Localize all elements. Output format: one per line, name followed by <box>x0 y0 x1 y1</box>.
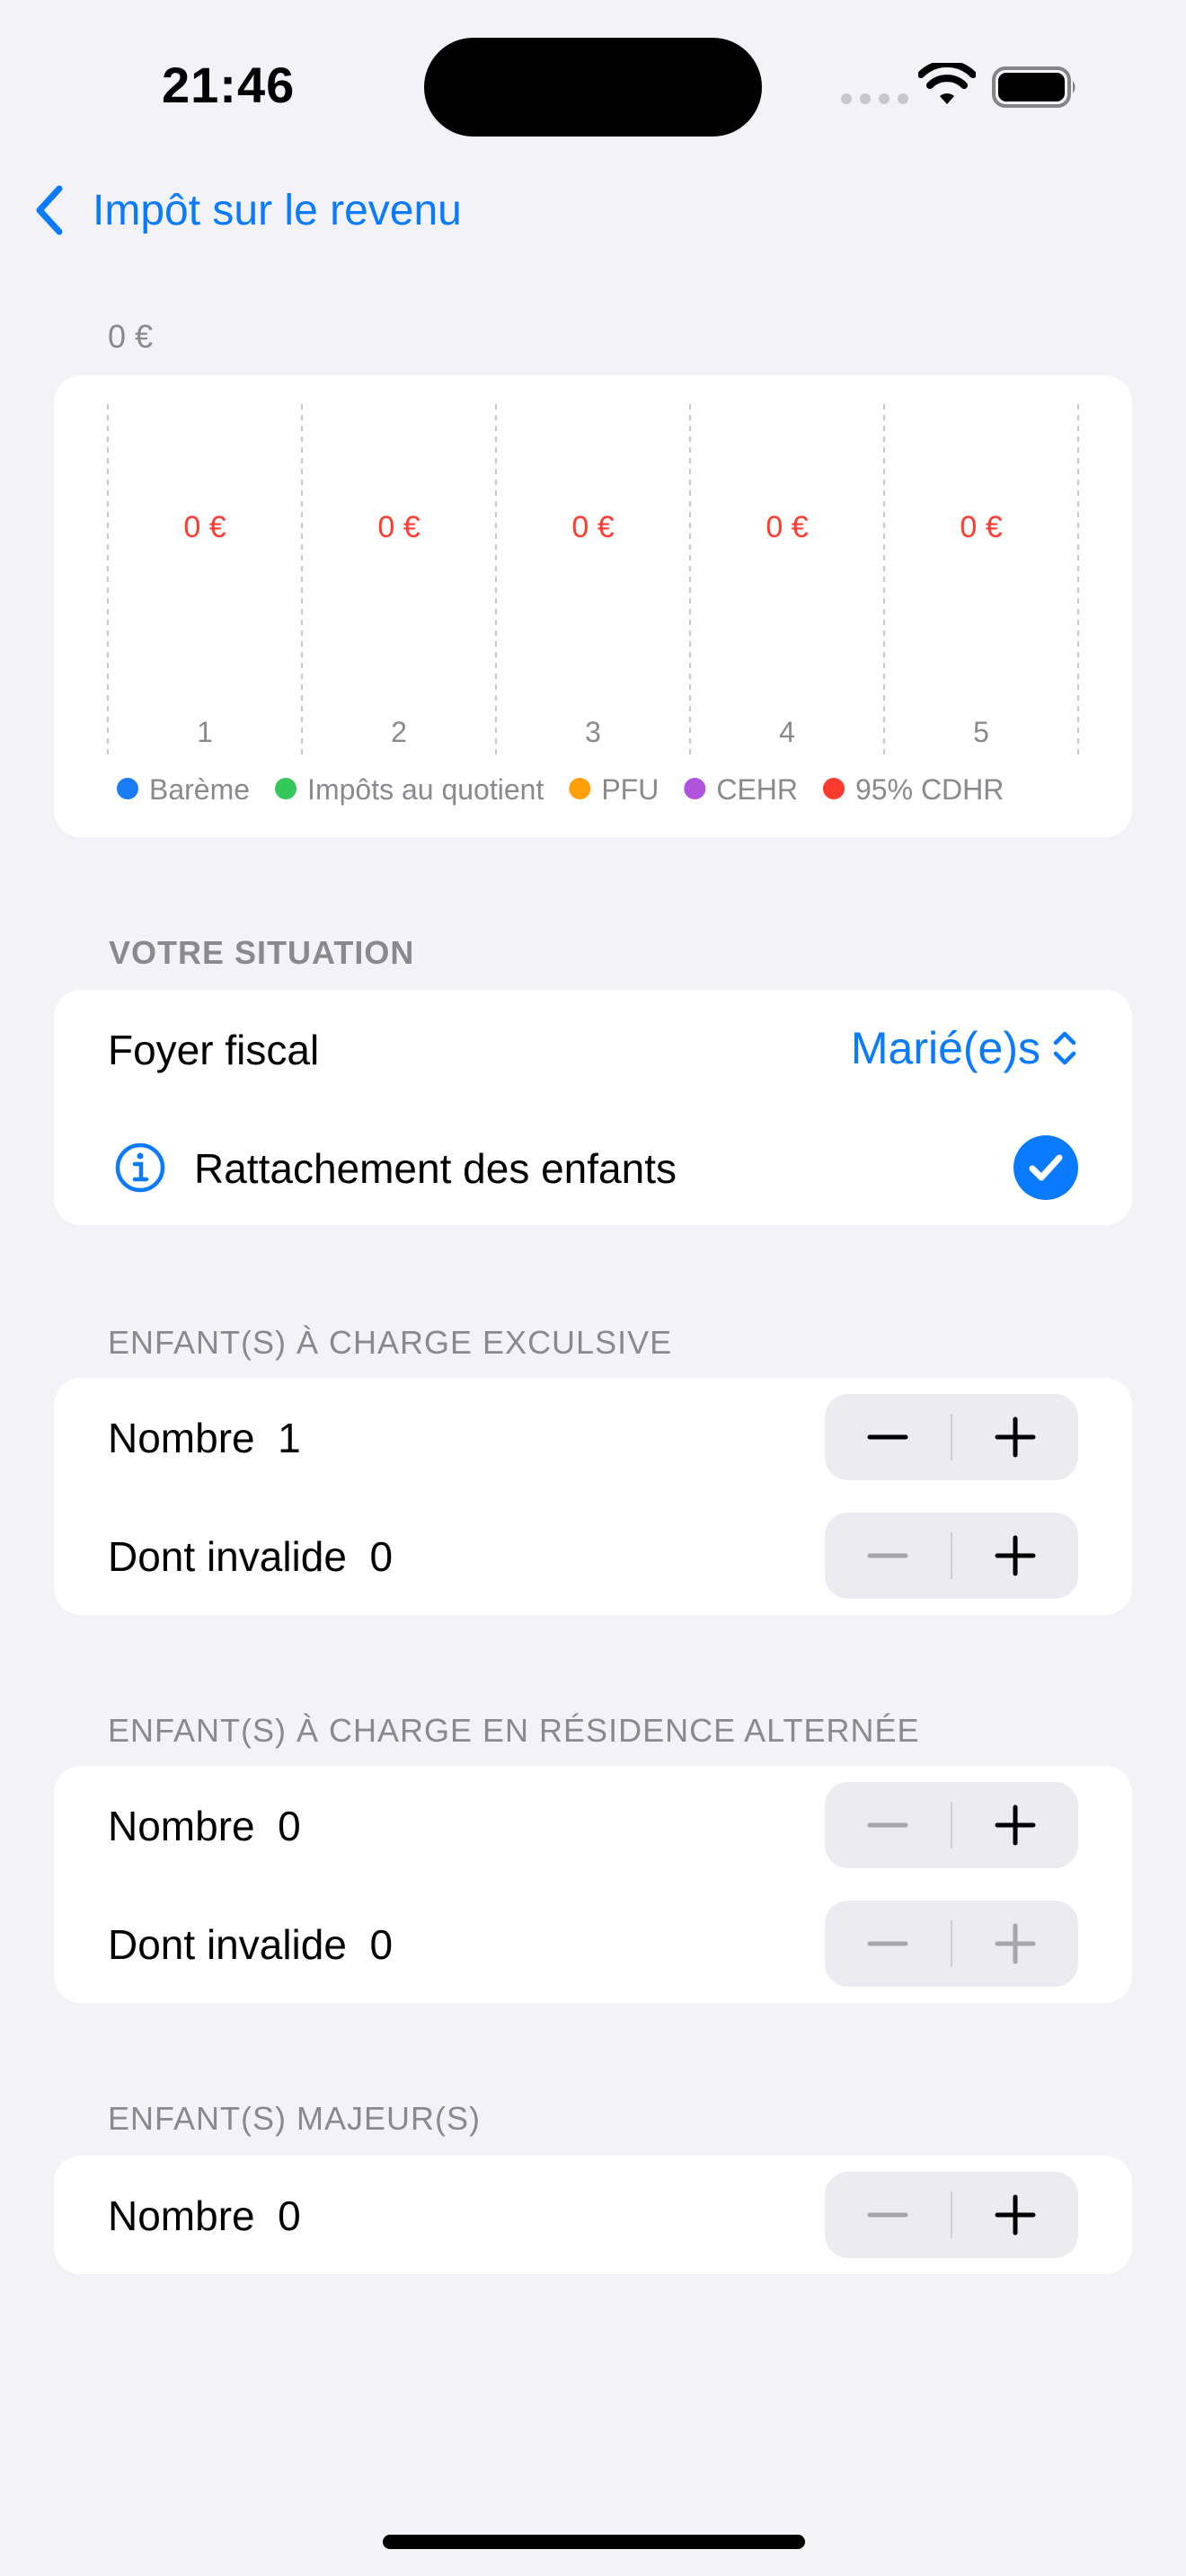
alternee-card: Nombre 0 Dont invalide 0 <box>54 1766 1132 2003</box>
exclusive-nombre-row: Nombre 1 <box>108 1414 301 1462</box>
chart-tick-label: 4 <box>779 716 795 748</box>
section-header-exclusive: ENFANT(S) À CHARGE EXCULSIVE <box>108 1324 673 1361</box>
chart-card: 1 0 € 2 0 € 3 0 € 4 0 € 5 0 € Barème Impôts au quot… <box>54 375 1132 837</box>
legend-entry: CEHR <box>716 773 798 806</box>
exclusive-invalide-stepper-minus-button[interactable] <box>825 1513 951 1599</box>
chart-tick-label: 1 <box>197 716 213 748</box>
section-header-majeurs: ENFANT(S) MAJEUR(S) <box>108 2100 481 2137</box>
chart-axis-top-label: 0 € <box>108 318 154 355</box>
alternee-invalide-row: Dont invalide 0 <box>108 1920 393 1969</box>
foyer-fiscal-value: Marié(e)s <box>850 1023 1040 1073</box>
home-indicator <box>383 2535 805 2549</box>
status-time: 21:46 <box>162 57 296 113</box>
chart-data-label: 0 € <box>960 510 1002 544</box>
alternee-nombre-stepper-minus-button[interactable] <box>825 1782 951 1868</box>
legend-swatch <box>117 778 138 799</box>
exclusive-nombre-value: 1 <box>278 1415 301 1461</box>
exclusive-card: Nombre 1 Dont invalide 0 <box>54 1378 1132 1615</box>
back-button[interactable]: Impôt sur le revenu <box>93 186 462 235</box>
legend-swatch <box>569 778 591 799</box>
legend-swatch <box>823 778 845 799</box>
majeurs-nombre-label: Nombre <box>108 2192 255 2239</box>
exclusive-invalide-stepper-plus-button[interactable] <box>952 1513 1078 1599</box>
chart-data-label: 0 € <box>183 510 226 544</box>
section-header-alternee: ENFANT(S) À CHARGE EN RÉSIDENCE ALTERNÉE <box>108 1712 920 1749</box>
dynamic-island <box>424 38 762 137</box>
legend-swatch <box>275 778 297 799</box>
majeurs-card: Nombre 0 <box>54 2156 1132 2274</box>
alternee-nombre-stepper[interactable] <box>825 1782 1078 1868</box>
battery-icon <box>992 66 1075 108</box>
legend-entry: Impôts au quotient <box>307 773 544 806</box>
alternee-nombre-value: 0 <box>278 1803 301 1849</box>
exclusive-nombre-stepper-plus-button[interactable] <box>952 1394 1078 1480</box>
rattachement-checkbox[interactable] <box>1013 1135 1078 1200</box>
alternee-invalide-stepper[interactable] <box>825 1901 1078 1987</box>
majeurs-nombre-row: Nombre 0 <box>108 2192 301 2240</box>
situation-card: Foyer fiscal Marié(e)s Rattachement des … <box>54 990 1132 1225</box>
majeurs-nombre-stepper[interactable] <box>825 2172 1078 2258</box>
exclusive-nombre-stepper[interactable] <box>825 1394 1078 1480</box>
majeurs-nombre-stepper-minus-button[interactable] <box>825 2172 951 2258</box>
alternee-invalide-stepper-plus-button[interactable] <box>952 1901 1078 1987</box>
chart-data-label: 0 € <box>571 510 614 544</box>
exclusive-nombre-stepper-minus-button[interactable] <box>825 1394 951 1480</box>
chevron-up-down-icon <box>1053 1031 1076 1065</box>
section-header-situation: VOTRE SITUATION <box>109 934 415 971</box>
chart-data-label: 0 € <box>377 510 420 544</box>
checkmark-icon <box>1029 1154 1063 1181</box>
legend-swatch <box>684 778 706 799</box>
legend-entry: PFU <box>601 773 659 806</box>
majeurs-nombre-value: 0 <box>278 2192 301 2239</box>
rattachement-label: Rattachement des enfants <box>194 1145 677 1192</box>
alternee-nombre-label: Nombre <box>108 1803 255 1849</box>
chart-data-label: 0 € <box>766 510 808 544</box>
alternee-nombre-stepper-plus-button[interactable] <box>952 1782 1078 1868</box>
alternee-invalide-value: 0 <box>369 1921 394 1968</box>
foyer-fiscal-label: Foyer fiscal <box>108 1027 320 1073</box>
legend-entry: Barème <box>149 773 250 806</box>
back-chevron-icon[interactable] <box>32 183 68 237</box>
alternee-invalide-label: Dont invalide <box>108 1921 347 1968</box>
alternee-invalide-stepper-minus-button[interactable] <box>825 1901 951 1987</box>
exclusive-invalide-stepper[interactable] <box>825 1513 1078 1599</box>
alternee-nombre-row: Nombre 0 <box>108 1802 301 1850</box>
wifi-icon <box>918 63 976 104</box>
chart-tick-label: 3 <box>585 716 601 748</box>
exclusive-invalide-value: 0 <box>369 1533 394 1580</box>
exclusive-invalide-label: Dont invalide <box>108 1533 347 1580</box>
foyer-fiscal-picker[interactable]: Marié(e)s <box>851 1022 1078 1074</box>
tax-chart: 1 0 € 2 0 € 3 0 € 4 0 € 5 0 € Barème Impôts au quot… <box>107 404 1079 806</box>
info-icon[interactable] <box>113 1141 167 1195</box>
exclusive-invalide-row: Dont invalide 0 <box>108 1532 393 1581</box>
cellular-signal-icon <box>841 93 908 104</box>
chart-tick-label: 5 <box>973 716 989 748</box>
exclusive-nombre-label: Nombre <box>108 1415 255 1461</box>
majeurs-nombre-stepper-plus-button[interactable] <box>952 2172 1078 2258</box>
chart-tick-label: 2 <box>391 716 407 748</box>
legend-entry: 95% CDHR <box>855 773 1004 806</box>
